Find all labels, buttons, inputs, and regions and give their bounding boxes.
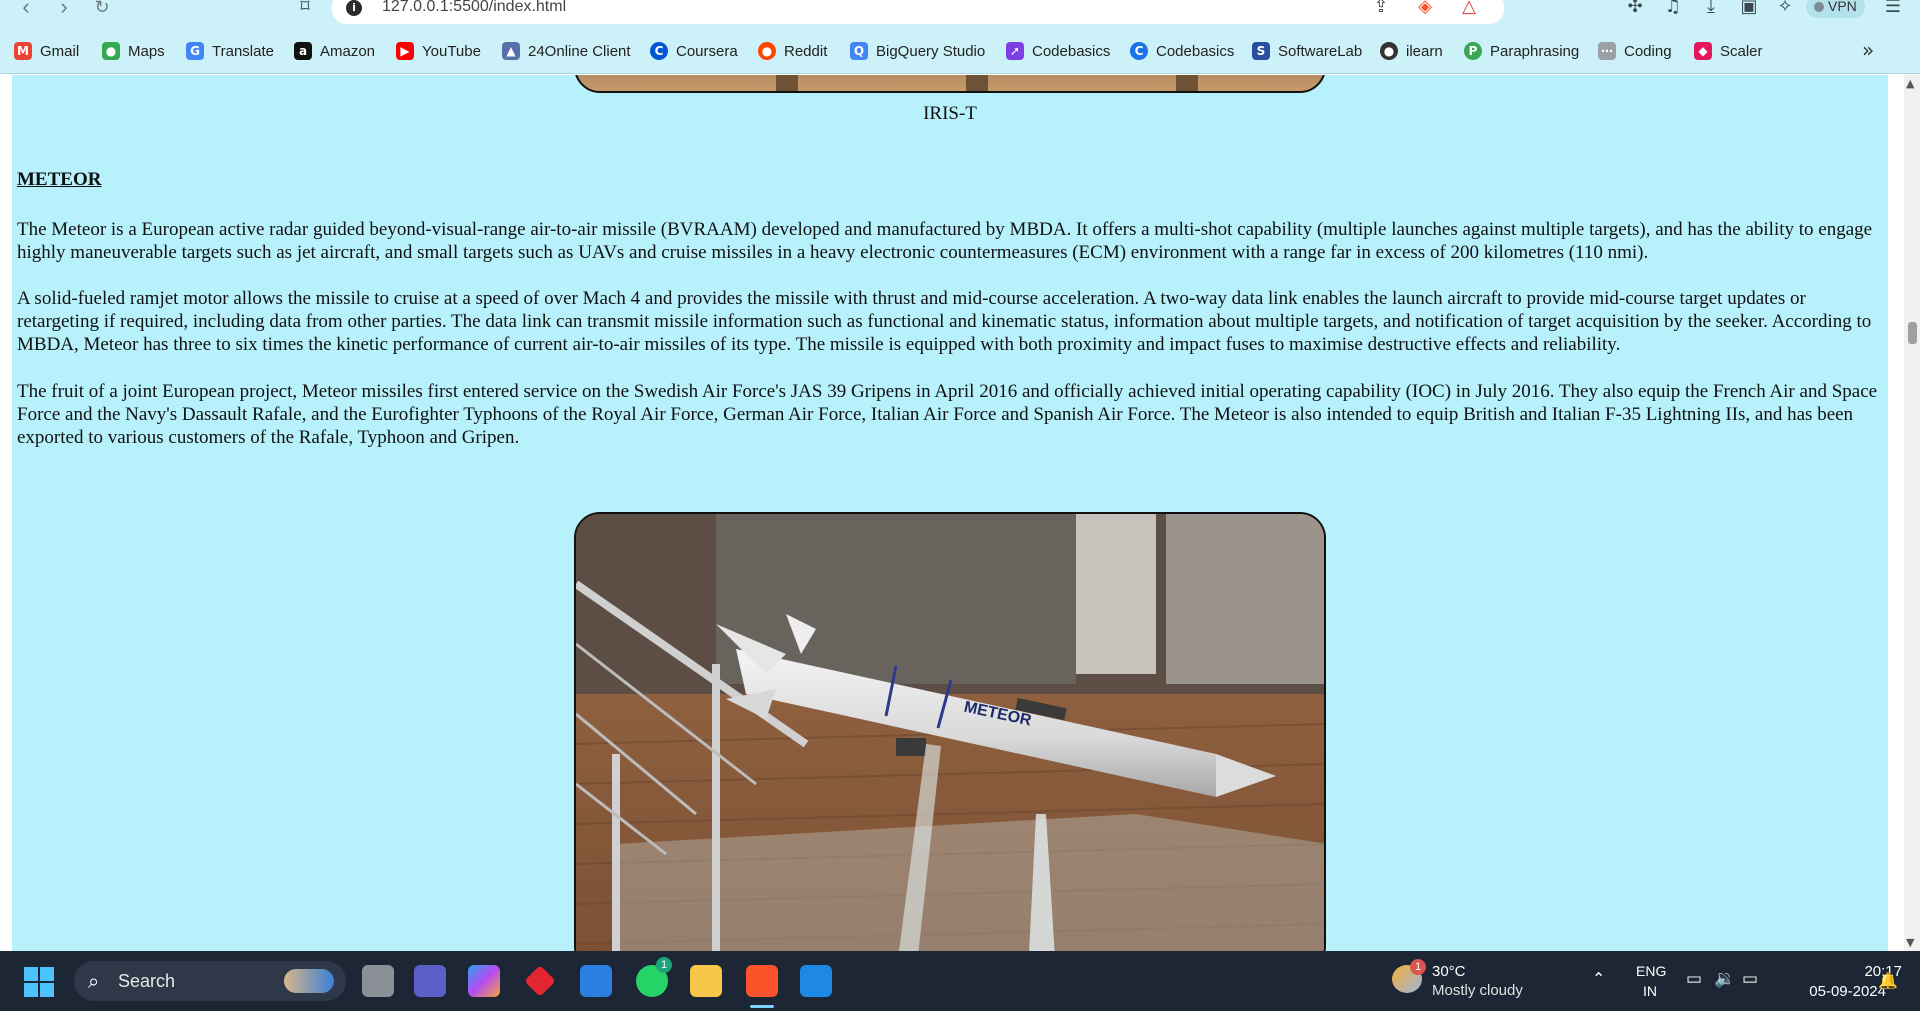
bookmark-amazon[interactable]: a Amazon — [294, 40, 375, 62]
leo-ai-icon[interactable]: ✧ — [1772, 0, 1798, 20]
page-viewport: IRIS-T METEOR The Meteor is a European a… — [0, 75, 1904, 951]
volume-icon[interactable]: 🔉 — [1714, 969, 1735, 989]
battery-icon[interactable]: ▭ — [1742, 969, 1758, 989]
media-icon[interactable]: ♫ — [1660, 0, 1686, 20]
vpn-status-icon — [1814, 2, 1824, 12]
meteor-image: METEOR — [574, 512, 1326, 951]
gmail-icon: M — [14, 42, 32, 60]
brave-shields-icon[interactable]: ◈ — [1412, 0, 1438, 20]
clock-date[interactable]: 05-09-2024 — [1786, 983, 1886, 1000]
bookmark-24online[interactable]: ▲ 24Online Client — [502, 40, 631, 62]
store-icon[interactable] — [580, 965, 612, 997]
menu-icon[interactable]: ☰ — [1880, 0, 1906, 20]
iris-t-image — [574, 75, 1326, 93]
network-icon[interactable]: ▭ — [1686, 969, 1702, 989]
bookmark-maps[interactable]: ● Maps — [102, 40, 165, 62]
back-icon[interactable]: ‹ — [12, 0, 40, 20]
reddit-icon: ● — [758, 42, 776, 60]
weather-temperature: 30°C — [1432, 963, 1466, 980]
page-content: IRIS-T METEOR The Meteor is a European a… — [12, 75, 1888, 951]
search-label: Search — [118, 971, 176, 991]
extensions-icon[interactable]: ✣ — [1622, 0, 1648, 20]
bookmark-reddit[interactable]: ● Reddit — [758, 40, 827, 62]
maps-icon: ● — [102, 42, 120, 60]
youtube-icon: ▶ — [396, 42, 414, 60]
more-bookmarks-icon[interactable]: » — [1862, 38, 1874, 62]
vscode-icon[interactable] — [800, 965, 832, 997]
paraphrasing-icon: P — [1464, 42, 1482, 60]
active-app-indicator — [750, 1005, 774, 1008]
rocket-icon: ➚ — [1006, 42, 1024, 60]
bookmark-scaler[interactable]: ◆ Scaler — [1694, 40, 1763, 62]
codebasics-icon: C — [1130, 42, 1148, 60]
app-diamond-icon[interactable] — [524, 965, 556, 997]
bookmark-codebasics-2[interactable]: C Codebasics — [1130, 40, 1234, 62]
bookmark-icon[interactable]: ⌑ — [292, 0, 318, 20]
download-icon[interactable]: ⤓ — [1698, 0, 1724, 20]
bookmark-youtube[interactable]: ▶ YouTube — [396, 40, 481, 62]
bookmark-coding[interactable]: ⋯ Coding — [1598, 40, 1672, 62]
iris-t-caption: IRIS-T — [923, 103, 977, 124]
bookmark-gmail[interactable]: M Gmail — [14, 40, 79, 62]
sidebar-icon[interactable]: ▣ — [1736, 0, 1762, 20]
bookmark-codebasics-1[interactable]: ➚ Codebasics — [1006, 40, 1110, 62]
scrollbar-thumb[interactable] — [1908, 322, 1917, 344]
browser-toolbar: ‹ › ↻ ⌑ i 127.0.0.1:5500/index.html ⇪ ◈ … — [0, 0, 1920, 28]
meteor-paragraph-1: The Meteor is a European active radar gu… — [17, 219, 1873, 263]
softwarelab-icon: S — [1252, 42, 1270, 60]
language-region[interactable]: IN — [1643, 983, 1657, 999]
reload-icon[interactable]: ↻ — [88, 0, 116, 20]
weather-badge: 1 — [1410, 959, 1426, 975]
bookmark-translate[interactable]: G Translate — [186, 40, 274, 62]
coursera-icon: C — [650, 42, 668, 60]
notification-bell-icon[interactable]: 🔔 — [1878, 971, 1898, 990]
scroll-up-icon[interactable]: ▲ — [1906, 77, 1914, 90]
weather-widget[interactable]: 1 30°C Mostly cloudy — [1392, 959, 1552, 1001]
scroll-down-icon[interactable]: ▼ — [1906, 936, 1914, 949]
whatsapp-badge: 1 — [656, 957, 672, 973]
chevron-up-icon[interactable]: ⌃ — [1592, 969, 1605, 988]
bookmark-paraphrasing[interactable]: P Paraphrasing — [1464, 40, 1579, 62]
brave-browser-icon[interactable] — [746, 965, 778, 997]
translate-icon: G — [186, 42, 204, 60]
vpn-label: VPN — [1828, 0, 1857, 14]
url-text: 127.0.0.1:5500/index.html — [382, 0, 567, 15]
share-icon[interactable]: ⇪ — [1368, 0, 1394, 20]
bookmark-coursera[interactable]: C Coursera — [650, 40, 738, 62]
site-info-icon[interactable]: i — [346, 0, 362, 16]
page-scrollbar[interactable]: ▲ ▼ — [1904, 75, 1920, 951]
brave-rewards-icon[interactable]: △ — [1456, 0, 1482, 20]
address-bar[interactable]: i 127.0.0.1:5500/index.html ⇪ ◈ △ — [332, 0, 1504, 24]
bookmark-ilearn[interactable]: ● ilearn — [1380, 40, 1443, 62]
bookmark-softwarelab[interactable]: S SoftwareLab — [1252, 40, 1362, 62]
coding-icon: ⋯ — [1598, 42, 1616, 60]
meteor-paragraph-2: A solid-fueled ramjet motor allows the m… — [17, 288, 1872, 355]
24online-icon: ▲ — [502, 42, 520, 60]
bigquery-icon: Q — [850, 42, 868, 60]
task-view-icon[interactable] — [362, 965, 394, 997]
taskbar: ⌕ Search 1 1 30°C Mostly cloudy ⌃ ENG IN… — [0, 951, 1920, 1011]
meteor-photo: METEOR — [576, 514, 1324, 951]
start-icon[interactable] — [24, 967, 54, 997]
copilot-icon[interactable] — [468, 965, 500, 997]
amazon-icon: a — [294, 42, 312, 60]
weather-description: Mostly cloudy — [1432, 982, 1523, 999]
taskbar-search[interactable]: ⌕ Search — [74, 961, 346, 1001]
bookmarks-bar: M Gmail ● Maps G Translate a Amazon ▶ YouTube… — [0, 28, 1920, 74]
whatsapp-icon[interactable]: 1 — [636, 957, 672, 997]
search-highlight-icon — [284, 969, 334, 993]
scaler-icon: ◆ — [1694, 42, 1712, 60]
teams-icon[interactable] — [414, 965, 446, 997]
ilearn-icon: ● — [1380, 42, 1398, 60]
language-indicator[interactable]: ENG — [1636, 963, 1666, 979]
forward-icon[interactable]: › — [50, 0, 78, 20]
vpn-button[interactable]: VPN — [1806, 0, 1865, 18]
meteor-paragraph-3: The fruit of a joint European project, M… — [17, 381, 1878, 448]
file-explorer-icon[interactable] — [690, 965, 722, 997]
search-icon: ⌕ — [88, 969, 100, 993]
bookmark-bigquery[interactable]: Q BigQuery Studio — [850, 40, 985, 62]
section-title-meteor: METEOR — [17, 169, 102, 190]
